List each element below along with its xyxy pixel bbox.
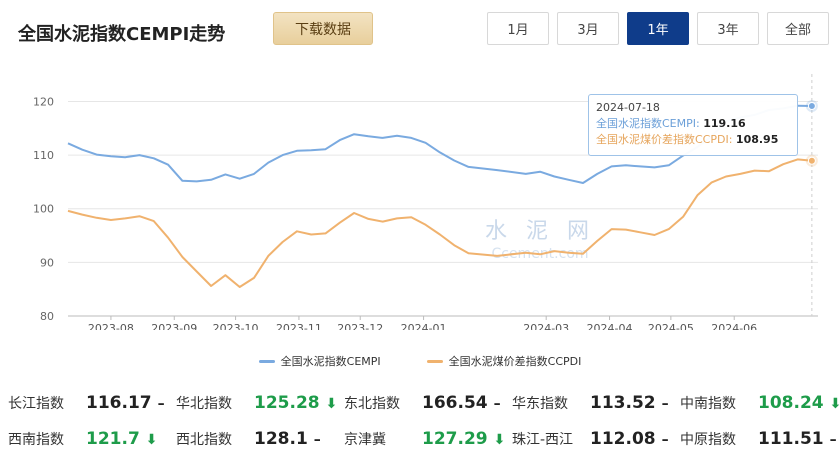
x-tick-label: 2023-08: [88, 322, 134, 330]
range-tab[interactable]: 全部: [767, 12, 829, 45]
watermark-cn: 水 泥 网: [485, 219, 595, 244]
index-item[interactable]: 东北指数 166.54–: [336, 393, 504, 413]
chart-tooltip: 2024-07-18 全国水泥指数CEMPI: 119.16 全国水泥煤价差指数…: [588, 94, 798, 156]
flat-dash-icon: –: [157, 396, 165, 412]
index-name: 京津冀: [344, 432, 386, 448]
range-tab[interactable]: 1年: [627, 12, 689, 45]
flat-dash-icon: –: [661, 396, 669, 412]
range-tab[interactable]: 1月: [487, 12, 549, 45]
tooltip-ccpdi-value: 108.95: [735, 133, 779, 146]
index-item[interactable]: 西北指数 128.1–: [168, 429, 336, 449]
index-value: 121.7: [86, 429, 140, 449]
index-value: 127.29: [422, 429, 488, 449]
legend-label-cempi: 全国水泥指数CEMPI: [280, 355, 381, 368]
index-value: 111.51: [758, 429, 824, 449]
index-name: 东北指数: [344, 396, 400, 412]
legend-label-ccpdi: 全国水泥煤价差指数CCPDI: [448, 355, 582, 368]
x-tick-label: 2024-06: [711, 322, 757, 330]
index-value: 116.17: [86, 393, 152, 413]
flat-dash-icon: –: [493, 396, 501, 412]
index-item[interactable]: 长江指数 116.17–: [0, 393, 168, 413]
index-value: 166.54: [422, 393, 488, 413]
index-name: 中南指数: [680, 396, 736, 412]
flat-dash-icon: –: [829, 432, 837, 448]
index-value: 108.24: [758, 393, 824, 413]
index-name: 珠江-西江: [512, 432, 574, 448]
index-name: 华北指数: [176, 396, 232, 412]
index-value: 128.1: [254, 429, 308, 449]
hover-point-cempi: [807, 101, 816, 110]
x-tick-label: 2024-01: [401, 322, 447, 330]
index-row: 长江指数 116.17– 华北指数 125.28 ⬇ 东北指数 166.54– 华东指数 113…: [0, 385, 840, 421]
flat-dash-icon: –: [313, 432, 321, 448]
index-item[interactable]: 京津冀 127.29 ⬇: [336, 429, 505, 449]
flat-dash-icon: –: [661, 432, 669, 448]
range-tab[interactable]: 3年: [697, 12, 759, 45]
index-item[interactable]: 中原指数 111.51–: [672, 429, 840, 449]
hover-point-ccpdi: [807, 156, 816, 165]
index-item[interactable]: 珠江-西江 112.08–: [504, 429, 672, 449]
tooltip-ccpdi-label: 全国水泥煤价差指数CCPDI:: [596, 133, 733, 146]
index-name: 西南指数: [8, 432, 64, 448]
y-tick-label: 90: [40, 256, 54, 269]
legend-item-cempi[interactable]: 全国水泥指数CEMPI: [258, 353, 381, 369]
legend-swatch-cempi: [258, 359, 275, 363]
tooltip-cempi-label: 全国水泥指数CEMPI:: [596, 117, 700, 130]
y-tick-label: 100: [33, 203, 54, 216]
index-name: 西北指数: [176, 432, 232, 448]
index-value: 113.52: [590, 393, 656, 413]
index-name: 长江指数: [8, 396, 64, 412]
tooltip-date: 2024-07-18: [596, 101, 660, 114]
legend-swatch-ccpdi: [426, 359, 443, 363]
page-title: 全国水泥指数CEMPI走势: [18, 24, 226, 45]
index-item[interactable]: 中南指数 108.24 ⬇: [672, 393, 840, 413]
index-item[interactable]: 华北指数 125.28 ⬇: [168, 393, 337, 413]
index-item[interactable]: 华东指数 113.52–: [504, 393, 672, 413]
arrow-down-icon: ⬇: [145, 432, 158, 448]
index-name: 华东指数: [512, 396, 568, 412]
tooltip-cempi-value: 119.16: [703, 117, 746, 130]
y-tick-label: 120: [33, 95, 54, 108]
index-value: 112.08: [590, 429, 656, 449]
y-tick-label: 80: [40, 310, 54, 323]
arrow-down-icon: ⬇: [829, 396, 840, 412]
chart-legend: 全国水泥指数CEMPI 全国水泥煤价差指数CCPDI: [0, 353, 840, 369]
range-tab[interactable]: 3月: [557, 12, 619, 45]
index-row: 西南指数 121.7 ⬇ 西北指数 128.1– 京津冀 127.29 ⬇ 珠江-西江 112.0…: [0, 421, 840, 455]
x-tick-label: 2024-05: [648, 322, 694, 330]
index-name: 中原指数: [680, 432, 736, 448]
index-item[interactable]: 西南指数 121.7 ⬇: [0, 429, 168, 449]
index-value: 125.28: [254, 393, 320, 413]
x-tick-label: 2023-09: [151, 322, 197, 330]
x-tick-label: 2023-12: [337, 322, 383, 330]
regional-indices: 长江指数 116.17– 华北指数 125.28 ⬇ 东北指数 166.54– 华东指数 113…: [0, 385, 840, 455]
x-tick-label: 2023-10: [213, 322, 259, 330]
x-tick-label: 2023-11: [276, 322, 322, 330]
legend-item-ccpdi[interactable]: 全国水泥煤价差指数CCPDI: [426, 353, 582, 369]
x-tick-label: 2024-04: [587, 322, 633, 330]
download-data-button[interactable]: 下载数据: [273, 12, 373, 45]
y-tick-label: 110: [33, 149, 54, 162]
x-tick-label: 2024-03: [523, 322, 569, 330]
range-tabs: 1月 3月 1年 3年 全部: [487, 12, 829, 45]
